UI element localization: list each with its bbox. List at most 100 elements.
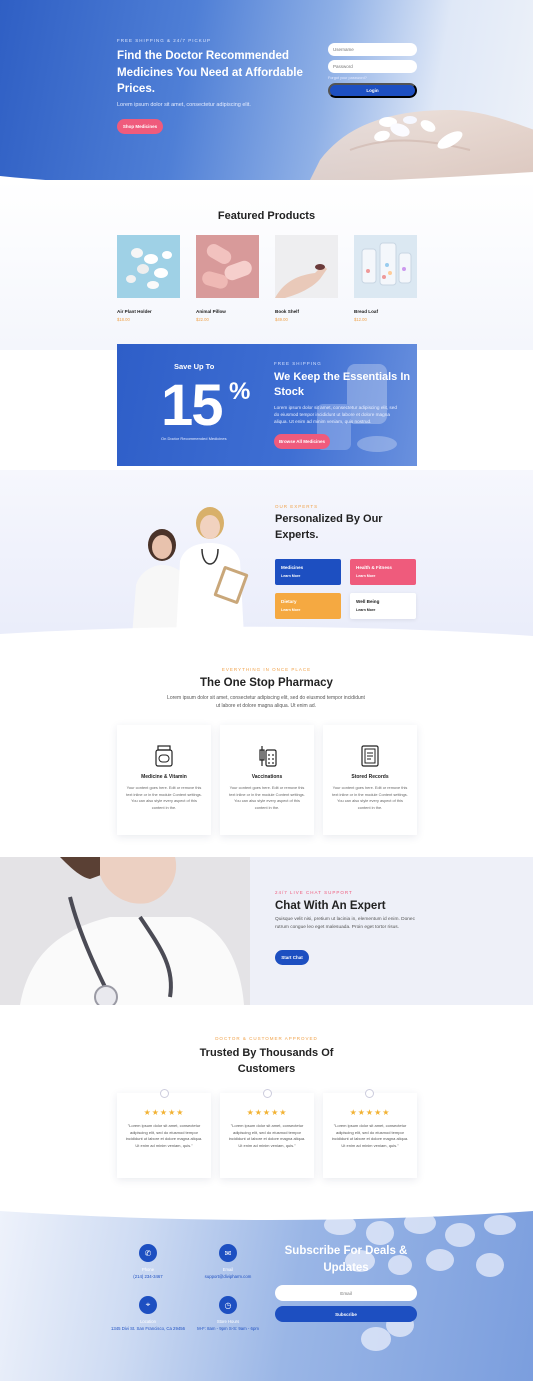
- product-name: Air Plant Holder: [117, 309, 152, 314]
- tile-dietary[interactable]: Dietary Learn More: [275, 593, 341, 619]
- tile-title: Health & Fitness: [356, 565, 392, 570]
- product-name: Bread Loaf: [354, 309, 378, 314]
- learn-more-link[interactable]: Learn More: [281, 574, 335, 578]
- subscribe-button[interactable]: Subscribe: [275, 1306, 417, 1322]
- experts-background: [0, 470, 533, 645]
- hero-eyebrow: FREE SHIPPING & 24/7 PICKUP: [117, 38, 212, 43]
- nurse-image: [0, 857, 250, 1005]
- promo-title: We Keep the Essentials In Stock: [274, 371, 411, 398]
- vaccination-icon: [259, 746, 277, 767]
- location-icon: ⌖: [139, 1296, 157, 1314]
- product-card[interactable]: Animal Pillow $22.00: [196, 235, 259, 322]
- email-icon: ✉: [219, 1244, 237, 1262]
- tile-well-being[interactable]: Well Being Learn More: [350, 593, 416, 619]
- learn-more-link[interactable]: Learn More: [281, 608, 335, 612]
- service-card: Medicine & Vitamin Your content goes her…: [117, 725, 211, 835]
- promo-under-text: On Doctor Recommended Medicines: [161, 436, 227, 441]
- promo-text: Lorem ipsum dolor sit amet, consectetur …: [274, 405, 397, 424]
- pharmacy-eyebrow: EVERYTHING IN ONCE PLACE: [221, 667, 312, 672]
- contact-location[interactable]: ⌖ Location 1345 Divi St. San Francisco, …: [110, 1296, 186, 1333]
- testimonials-eyebrow: DOCTOR & CUSTOMER APPROVED: [215, 1036, 318, 1041]
- subscribe-title: Subscribe For Deals & Updates: [284, 1245, 408, 1274]
- star-rating: ★★★★★: [143, 1108, 185, 1117]
- product-card[interactable]: Bread Loaf $12.00: [354, 235, 417, 322]
- tile-title: Well Being: [356, 599, 380, 604]
- product-card[interactable]: Book Shelf $49.00: [275, 235, 338, 322]
- experts-eyebrow: OUR EXPERTS: [275, 504, 319, 509]
- product-price: $18.00: [117, 317, 130, 322]
- card-title: Stored Records: [351, 774, 389, 780]
- login-form: Forgot your password? Login: [328, 43, 417, 98]
- product-card[interactable]: Air Plant Holder $18.00: [117, 235, 180, 322]
- promo-banner: Save Up To 15 % On Doctor Recommended Me…: [117, 344, 417, 466]
- learn-more-link[interactable]: Learn More: [356, 574, 410, 578]
- pharmacy-title: The One Stop Pharmacy: [200, 677, 333, 689]
- browse-medicines-button[interactable]: Browse All Medicines: [274, 434, 330, 449]
- clock-icon: ◷: [219, 1296, 237, 1314]
- featured-background: [0, 180, 533, 350]
- featured-title: Featured Products: [217, 210, 316, 222]
- promo-eyebrow: FREE SHIPPING: [274, 361, 322, 366]
- promo-save-text: Save Up To: [174, 362, 215, 371]
- experts-wave-divider: [0, 626, 533, 650]
- chat-title: Chat With An Expert: [275, 900, 386, 912]
- login-button[interactable]: Login: [328, 83, 417, 98]
- testimonial-card: ★★★★★ "Lorem ipsum dolor sit amet, conse…: [220, 1093, 314, 1178]
- promo-percent-sign: %: [229, 378, 251, 405]
- testimonial-card: ★★★★★ "Lorem ipsum dolor sit amet, conse…: [117, 1093, 211, 1178]
- contact-label: Store Hours: [216, 1319, 240, 1324]
- shop-medicines-button[interactable]: Shop Medicines: [117, 119, 163, 134]
- hero-title: Find the Doctor Recommended Medicines Yo…: [117, 49, 303, 95]
- tile-medicines[interactable]: Medicines Learn More: [275, 559, 341, 585]
- password-input[interactable]: [328, 60, 417, 73]
- footer-section: [0, 1205, 533, 1381]
- card-text: Your content goes here. Edit or remove t…: [332, 785, 408, 810]
- hero-section: FREE SHIPPING & 24/7 PICKUP Find the Doc…: [0, 0, 533, 190]
- promo-percent-number: 15: [161, 373, 223, 438]
- testimonial-quote: "Lorem ipsum dolor sit amet, consectetur…: [331, 1123, 409, 1148]
- card-text: Your content goes here. Edit or remove t…: [229, 785, 305, 810]
- testimonial-card: ★★★★★ "Lorem ipsum dolor sit amet, conse…: [323, 1093, 417, 1178]
- doctors-image: [132, 507, 249, 637]
- learn-more-link[interactable]: Learn More: [356, 608, 410, 612]
- testimonial-quote: "Lorem ipsum dolor sit amet, consectetur…: [228, 1123, 306, 1148]
- contact-label: Email: [222, 1267, 234, 1272]
- avatar: [365, 1089, 374, 1098]
- start-chat-button[interactable]: Start Chat: [275, 950, 309, 965]
- chat-section: 24/7 LIVE CHAT SUPPORT Chat With An Expe…: [0, 857, 533, 1005]
- footer-wave-divider: [0, 1205, 533, 1220]
- chat-eyebrow: 24/7 LIVE CHAT SUPPORT: [275, 890, 353, 895]
- avatar: [263, 1089, 272, 1098]
- product-price: $12.00: [354, 317, 367, 322]
- star-rating: ★★★★★: [246, 1108, 288, 1117]
- hero-subtitle: Lorem ipsum dolor sit amet, consectetur …: [117, 102, 251, 108]
- contact-value: M-F: 8am - 9pm S-S: 9am - 6pm: [197, 1326, 259, 1331]
- pharmacy-subtitle: Lorem ipsum dolor sit amet, consectetur …: [167, 695, 365, 709]
- records-icon: [361, 745, 379, 767]
- avatar: [160, 1089, 169, 1098]
- card-title: Medicine & Vitamin: [141, 774, 187, 780]
- contact-label: Phone: [141, 1267, 155, 1272]
- tile-health-fitness[interactable]: Health & Fitness Learn More: [350, 559, 416, 585]
- card-text: Your content goes here. Edit or remove t…: [126, 785, 202, 810]
- service-card: Stored Records Your content goes here. E…: [323, 725, 417, 835]
- contact-label: Location: [140, 1319, 156, 1324]
- product-image: [117, 235, 180, 298]
- forgot-password-link[interactable]: Forgot your password?: [328, 76, 417, 80]
- testimonial-quote: "Lorem ipsum dolor sit amet, consectetur…: [125, 1123, 203, 1148]
- product-price: $22.00: [196, 317, 209, 322]
- star-rating: ★★★★★: [349, 1108, 391, 1117]
- card-title: Vaccinations: [251, 774, 283, 780]
- product-name: Book Shelf: [275, 309, 299, 314]
- contact-email[interactable]: ✉ Email support@divipharm.com: [190, 1244, 266, 1281]
- product-image: [275, 235, 338, 298]
- username-input[interactable]: [328, 43, 417, 56]
- contact-phone[interactable]: ✆ Phone (214) 234-3467: [110, 1244, 186, 1281]
- email-input[interactable]: [275, 1285, 417, 1301]
- contact-value: support@divipharm.com: [204, 1274, 252, 1279]
- tile-title: Medicines: [281, 565, 304, 570]
- product-name: Animal Pillow: [196, 309, 226, 314]
- tile-title: Dietary: [281, 599, 297, 604]
- medicine-jar-icon: [155, 745, 173, 767]
- contact-hours: ◷ Store Hours M-F: 8am - 9pm S-S: 9am - …: [190, 1296, 266, 1333]
